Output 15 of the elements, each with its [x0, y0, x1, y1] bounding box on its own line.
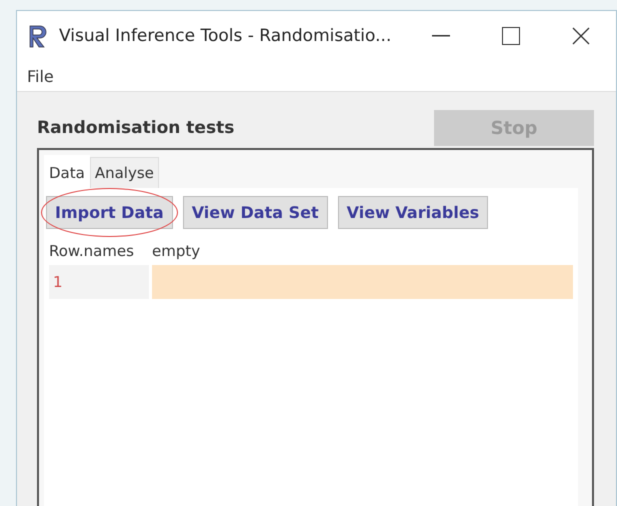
close-icon[interactable] [572, 27, 590, 45]
toolbar-button[interactable]: View Variables [338, 196, 488, 229]
row-name-cell: 1 [49, 265, 149, 299]
minimize-icon[interactable] [432, 35, 450, 37]
column-header: empty [152, 241, 202, 262]
menu-item[interactable]: File [27, 66, 54, 86]
section-heading: Randomisation tests [37, 118, 234, 138]
tab[interactable]: Data [44, 155, 90, 188]
table-cell[interactable] [152, 265, 573, 299]
toolbar-button[interactable]: Import Data [46, 196, 173, 229]
tab[interactable]: Analyse [90, 157, 159, 188]
window-title: Visual Inference Tools - Randomisatio... [59, 26, 392, 46]
column-header: Row.names [49, 241, 135, 262]
toolbar-button[interactable]: View Data Set [182, 196, 328, 229]
maximize-icon[interactable] [502, 27, 520, 45]
